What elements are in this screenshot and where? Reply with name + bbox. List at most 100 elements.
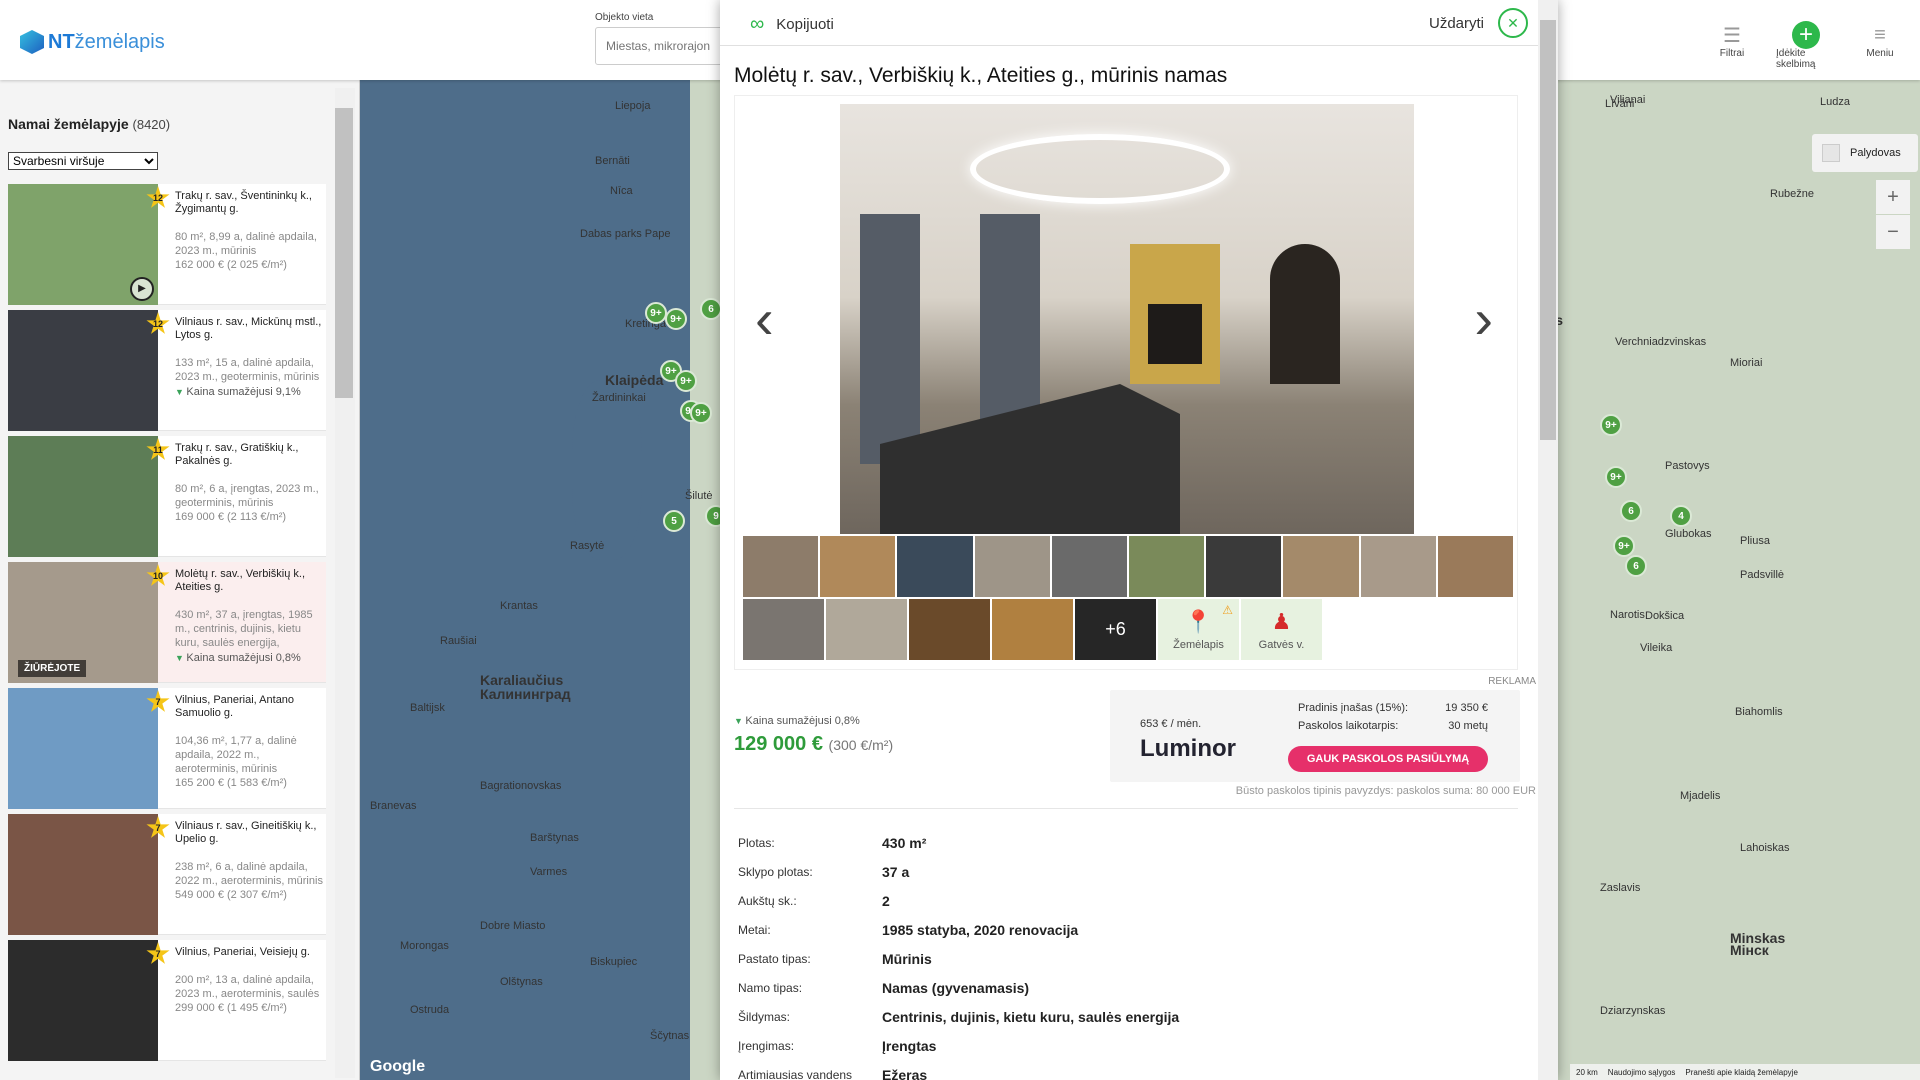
listing-address: Trakų r. sav., Gratiškių k., Pakalnės g. (175, 442, 299, 467)
listing-desc: 133 m², 15 a, dalinė apdaila, 2023 m., g… (175, 357, 320, 383)
map-pin-icon: 📍 (1184, 608, 1213, 634)
property-row: Įrengimas: Įrengtas (738, 1031, 1518, 1060)
property-value: Įrengtas (882, 1037, 937, 1054)
listing-card[interactable]: 7 Vilnius, Paneriai, Veisiejų g. 200 m²,… (8, 940, 326, 1061)
photo-thumbnail[interactable] (1129, 536, 1205, 597)
map-cluster-marker[interactable]: 9+ (690, 402, 712, 424)
satellite-toggle[interactable]: Palydovas (1812, 134, 1918, 172)
map-report-link[interactable]: Pranešti apie klaidą žemėlapyje (1685, 1068, 1798, 1077)
map-cluster-marker[interactable]: 9+ (645, 302, 667, 324)
modal-scroll-thumb[interactable] (1540, 20, 1556, 440)
satellite-checkbox[interactable] (1822, 144, 1840, 162)
property-value: Namas (gyvenamasis) (882, 979, 1030, 996)
map-place-label: Narotis (1610, 609, 1645, 621)
listing-photo: ▶ (8, 184, 158, 305)
add-listing-label: Įdėkite skelbimą (1776, 48, 1816, 70)
map-place-label: Vileika (1640, 642, 1673, 654)
street-view-button[interactable]: ♟ Gatvės v. (1241, 599, 1322, 660)
gallery-next-arrow[interactable]: › (1474, 286, 1493, 351)
sort-select[interactable]: Svarbesni viršuje (8, 152, 158, 170)
photo-thumbnail[interactable] (1360, 536, 1436, 597)
zoom-out-button[interactable]: − (1876, 215, 1910, 249)
map-cluster-marker[interactable]: 6 (1620, 500, 1642, 522)
property-row: Šildymas: Centrinis, dujinis, kietu kuru… (738, 1002, 1518, 1031)
sidebar-scroll-thumb[interactable] (335, 108, 353, 398)
photo-sofa (880, 384, 1180, 534)
map-place-label: Dziarzynskas (1600, 1005, 1666, 1017)
map-place-label: Varmes (530, 866, 568, 878)
add-listing-button[interactable]: + Įdėkite skelbimą (1776, 21, 1836, 70)
map-cluster-marker[interactable]: 9+ (665, 308, 687, 330)
listing-card[interactable]: 7 Vilnius, Paneriai, Antano Samuolio g. … (8, 688, 326, 809)
listing-card[interactable]: 11 Trakų r. sav., Gratiškių k., Pakalnės… (8, 436, 326, 557)
map-place-label: Liepoja (615, 100, 651, 112)
map-view-label: Žemėlapis (1173, 638, 1224, 651)
map-place-label: Dokšica (1645, 610, 1685, 622)
listing-card[interactable]: 12 Vilniaus r. sav., Mickūnų mstl., Lyto… (8, 310, 326, 431)
map-cluster-marker[interactable]: 5 (663, 510, 685, 532)
price-drop: Kaina sumažėjusi 0,8% (734, 715, 893, 727)
photo-thumbnail[interactable] (992, 599, 1073, 660)
map-terms-link[interactable]: Naudojimo sąlygos (1608, 1068, 1676, 1077)
filters-button[interactable]: ☰ Filtrai (1702, 22, 1762, 70)
photo-thumbnail[interactable] (897, 536, 973, 597)
map-cluster-marker[interactable]: 9+ (1600, 414, 1622, 436)
listing-card[interactable]: ▶ 12 Trakų r. sav., Šventininkų k., Žygi… (8, 184, 326, 305)
map-view-button[interactable]: 📍 ⚠ Žemėlapis (1158, 599, 1239, 660)
map-cluster-marker[interactable]: 9+ (675, 370, 697, 392)
main-photo[interactable] (840, 104, 1414, 534)
photo-thumbnail[interactable] (909, 599, 990, 660)
property-key: Namo tipas: (738, 980, 803, 995)
close-modal-button[interactable]: Uždaryti ✕ (1429, 8, 1528, 38)
map-cluster-marker[interactable]: 4 (1670, 505, 1692, 527)
price-value: 129 000 € (734, 733, 823, 755)
photo-thumbnail[interactable] (1283, 536, 1359, 597)
photo-thumbnail[interactable] (974, 536, 1050, 597)
listing-desc: 200 m², 13 a, dalinė apdaila, 2023 m., a… (175, 974, 320, 1000)
listing-desc: 430 m², 37 a, įrengtas, 1985 m., centrin… (175, 609, 313, 649)
property-value: Ežeras (882, 1066, 928, 1080)
loan-ad[interactable]: 653 € / mėn. Luminor Pradinis įnašas (15… (1110, 690, 1520, 782)
photo-thumbnail[interactable] (1051, 536, 1128, 597)
map-place-label: Mioriai (1730, 357, 1763, 369)
listings-list: ▶ 12 Trakų r. sav., Šventininkų k., Žygi… (8, 184, 326, 1066)
map-place-label: Мінск (1730, 942, 1769, 958)
map-place-label: Dabas parks Pape (580, 228, 671, 240)
photo-thumbnail[interactable] (820, 536, 896, 597)
listing-photo (8, 688, 158, 809)
listing-card[interactable]: ŽIŪRĖJOTE 10 Molėtų r. sav., Verbiškių k… (8, 562, 326, 683)
map-cluster-marker[interactable]: 9+ (1613, 535, 1635, 557)
photo-thumbnail[interactable] (1206, 536, 1282, 597)
map-cluster-marker[interactable]: 6 (700, 298, 722, 320)
gallery-prev-arrow[interactable]: ‹ (755, 286, 774, 351)
listing-price: 549 000 € (2 307 €/m²) (175, 889, 287, 901)
listing-card[interactable]: 7 Vilniaus r. sav., Gineitiškių k., Upel… (8, 814, 326, 935)
map-place-label: Raušiai (440, 635, 477, 647)
property-key: Šildymas: (738, 1009, 791, 1024)
listing-price: 165 200 € (1 583 €/m²) (175, 777, 287, 789)
listing-address: Vilniaus r. sav., Mickūnų mstl., Lytos g… (175, 316, 322, 341)
map-place-label: Калининград (480, 686, 571, 702)
map-cluster-marker[interactable]: 6 (1625, 555, 1647, 577)
site-logo[interactable]: NT žemėlapis (20, 30, 165, 54)
video-play-icon[interactable]: ▶ (130, 277, 154, 301)
get-loan-offer-button[interactable]: GAUK PASKOLOS PASIŪLYMĄ (1288, 746, 1488, 772)
listing-address: Molėtų r. sav., Verbiškių k., Ateities g… (175, 568, 306, 593)
photo-thumbnail[interactable] (826, 599, 907, 660)
map-cluster-marker[interactable]: 9+ (1605, 466, 1627, 488)
listings-title: Namai žemėlapyje (8420) (8, 116, 170, 132)
ad-down-label: Pradinis įnašas (15%): (1298, 702, 1409, 714)
menu-button[interactable]: ≡ Meniu (1850, 22, 1910, 70)
copy-link-button[interactable]: ∞ Kopijuoti (750, 13, 834, 36)
photo-ceiling (970, 134, 1230, 204)
ad-brand-logo: Luminor (1140, 735, 1236, 762)
property-key: Įrengimas: (738, 1038, 795, 1053)
photo-thumbnail[interactable] (1437, 536, 1514, 597)
more-photos-thumb[interactable]: +6 (1075, 599, 1156, 660)
photo-thumbnail[interactable] (743, 536, 819, 597)
photo-thumbnail[interactable] (743, 599, 824, 660)
copy-label: Kopijuoti (776, 16, 834, 33)
map-place-label: Bernāti (595, 155, 630, 167)
property-key: Plotas: (738, 835, 775, 850)
zoom-in-button[interactable]: + (1876, 180, 1910, 214)
